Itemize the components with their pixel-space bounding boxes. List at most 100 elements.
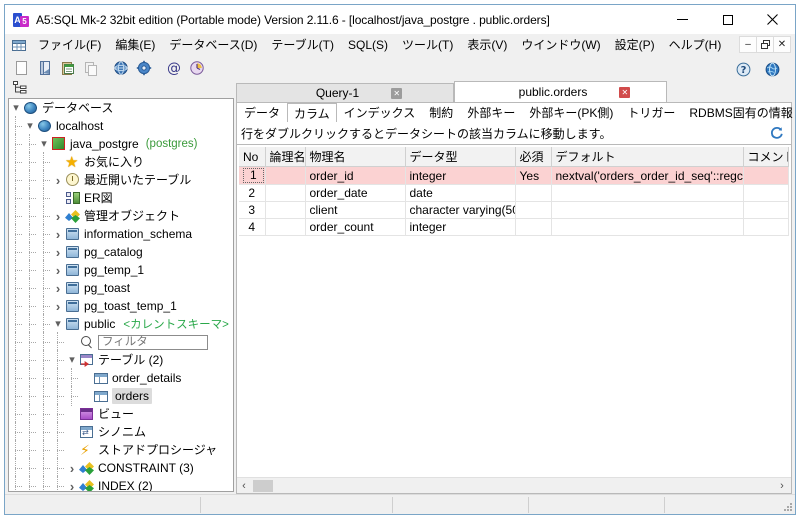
menu-help[interactable]: ヘルプ(H) [662, 35, 729, 55]
maximize-button[interactable] [705, 5, 750, 34]
scroll-left-arrow-icon[interactable]: ‹ [237, 479, 251, 493]
mdi-system-menu-icon[interactable] [11, 37, 27, 53]
tree-node-pg-temp-1[interactable]: pg_temp_1 [9, 260, 233, 280]
tree-node-localhost[interactable]: localhost [9, 116, 233, 136]
doc-tab-query-1[interactable]: Query-1 ✕ [236, 83, 454, 102]
tab-rdbms-info[interactable]: RDBMS固有の情報 [682, 103, 799, 122]
tree-node-stored-procedures[interactable]: ストアドプロシージャ [9, 440, 233, 460]
cell-physical-name[interactable]: order_id [305, 166, 406, 185]
mdi-restore-button[interactable] [756, 36, 774, 53]
tab-data[interactable]: データ [237, 103, 287, 122]
cell-comment[interactable] [743, 184, 789, 202]
tree-node-er-diagram[interactable]: ER図 [9, 188, 233, 208]
refresh-icon[interactable] [769, 125, 785, 141]
col-header-no[interactable]: No [239, 147, 266, 167]
tab-indexes[interactable]: インデックス [337, 103, 423, 122]
cell-required[interactable]: Yes [515, 166, 552, 185]
help-question-icon[interactable]: ? [733, 59, 753, 79]
tree-node-favorites[interactable]: お気に入り [9, 152, 233, 172]
cell-required[interactable] [515, 184, 552, 202]
tree-expander-expand-icon[interactable] [65, 477, 79, 491]
table-row[interactable]: 2 order_date date [239, 184, 789, 202]
tree-expander-collapse-icon[interactable] [65, 351, 79, 369]
web-globe-icon[interactable] [762, 59, 782, 79]
tree-expander-expand-icon[interactable] [51, 243, 65, 261]
tree-node-pg-toast-temp-1[interactable]: pg_toast_temp_1 [9, 296, 233, 316]
tree-expander-expand-icon[interactable] [51, 297, 65, 315]
tree-node-order-details[interactable]: order_details [9, 368, 233, 388]
tree-expander-expand-icon[interactable] [65, 459, 79, 477]
cell-logical-name[interactable] [265, 218, 306, 236]
tab-columns[interactable]: カラム [287, 103, 337, 123]
tree-expander-collapse-icon[interactable] [37, 135, 51, 153]
tree-expander-expand-icon[interactable] [51, 207, 65, 225]
doc-tab-public-orders[interactable]: public.orders ✕ [454, 81, 667, 102]
tree-filter-row[interactable] [9, 332, 233, 352]
paste-clipboard-icon[interactable] [58, 58, 78, 78]
cell-physical-name[interactable]: order_date [305, 184, 406, 202]
close-button[interactable] [750, 5, 795, 34]
tab-triggers[interactable]: トリガー [620, 103, 682, 122]
cell-required[interactable] [515, 218, 552, 236]
cell-default[interactable]: nextval('orders_order_id_seq'::regclass) [551, 166, 744, 185]
cell-logical-name[interactable] [265, 184, 306, 202]
menu-edit[interactable]: 編集(E) [108, 35, 162, 55]
copy-icon[interactable] [81, 58, 101, 78]
tree-expander-expand-icon[interactable] [51, 279, 65, 297]
mdi-close-button[interactable]: ✕ [773, 36, 791, 53]
cell-required[interactable] [515, 201, 552, 219]
tree-node-pg-catalog[interactable]: pg_catalog [9, 242, 233, 262]
tree-node-tables[interactable]: テーブル (2) [9, 350, 233, 370]
cell-default[interactable] [551, 184, 744, 202]
tree-node-synonyms[interactable]: シノニム [9, 422, 233, 442]
tree-node-java-postgre[interactable]: java_postgre (postgres) [9, 134, 233, 154]
table-row[interactable]: 1 order_id integer Yes nextval('orders_order… [239, 166, 789, 185]
scroll-thumb[interactable] [253, 479, 273, 492]
menu-table[interactable]: テーブル(T) [264, 35, 341, 55]
cell-logical-name[interactable] [265, 201, 306, 219]
doc-tab-query-1-close-icon[interactable]: ✕ [391, 87, 403, 99]
tree-expander-collapse-icon[interactable] [23, 117, 37, 135]
tree-expander-collapse-icon[interactable] [51, 315, 65, 333]
grid-horizontal-scrollbar[interactable]: ‹ › [237, 477, 791, 493]
new-document-icon[interactable] [12, 58, 32, 78]
gear-icon[interactable] [134, 58, 154, 78]
col-header-default[interactable]: デフォルト [551, 147, 744, 167]
tree-node-database[interactable]: データベース [9, 99, 233, 117]
cell-physical-name[interactable]: client [305, 201, 406, 219]
tree-expander-expand-icon[interactable] [51, 171, 65, 189]
col-header-data-type[interactable]: データ型 [405, 147, 516, 167]
tree-expander-expand-icon[interactable] [51, 261, 65, 279]
tree-expander-collapse-icon[interactable] [9, 99, 23, 117]
open-folder-icon[interactable] [35, 58, 55, 78]
resize-grip-icon[interactable] [781, 497, 795, 513]
tree-node-recent-tables[interactable]: 最近開いたテーブル [9, 170, 233, 190]
tree-node-views[interactable]: ビュー [9, 404, 233, 424]
scroll-right-arrow-icon[interactable]: › [775, 479, 789, 493]
cell-no[interactable]: 3 [239, 201, 266, 219]
cell-logical-name[interactable] [265, 166, 306, 185]
tree-node-pg-toast[interactable]: pg_toast [9, 278, 233, 298]
cell-comment[interactable] [743, 166, 789, 185]
cell-comment[interactable] [743, 218, 789, 236]
cell-default[interactable] [551, 218, 744, 236]
menu-tools[interactable]: ツール(T) [395, 35, 460, 55]
tree-node-management-objects[interactable]: 管理オブジェクト [9, 206, 233, 226]
tree-node-public[interactable]: public <カレントスキーマ> [9, 314, 233, 334]
tree-structure-icon[interactable] [13, 81, 29, 97]
tree-node-information-schema[interactable]: information_schema [9, 224, 233, 244]
menu-sql[interactable]: SQL(S) [341, 35, 395, 55]
cell-physical-name[interactable]: order_count [305, 218, 406, 236]
col-header-comment[interactable]: コメント [743, 147, 789, 167]
menu-view[interactable]: 表示(V) [460, 35, 514, 55]
menu-database[interactable]: データベース(D) [162, 35, 264, 55]
mdi-minimize-button[interactable]: – [739, 36, 757, 53]
col-header-physical-name[interactable]: 物理名 [305, 147, 406, 167]
tree-node-index[interactable]: INDEX (2) [9, 476, 233, 491]
cell-data-type[interactable]: character varying(50) [405, 201, 516, 219]
col-header-logical-name[interactable]: 論理名 [265, 147, 306, 167]
doc-tab-public-orders-close-icon[interactable]: ✕ [619, 86, 631, 98]
cell-data-type[interactable]: integer [405, 218, 516, 236]
recent-history-icon[interactable] [187, 58, 207, 78]
table-row[interactable]: 4 order_count integer [239, 218, 789, 236]
